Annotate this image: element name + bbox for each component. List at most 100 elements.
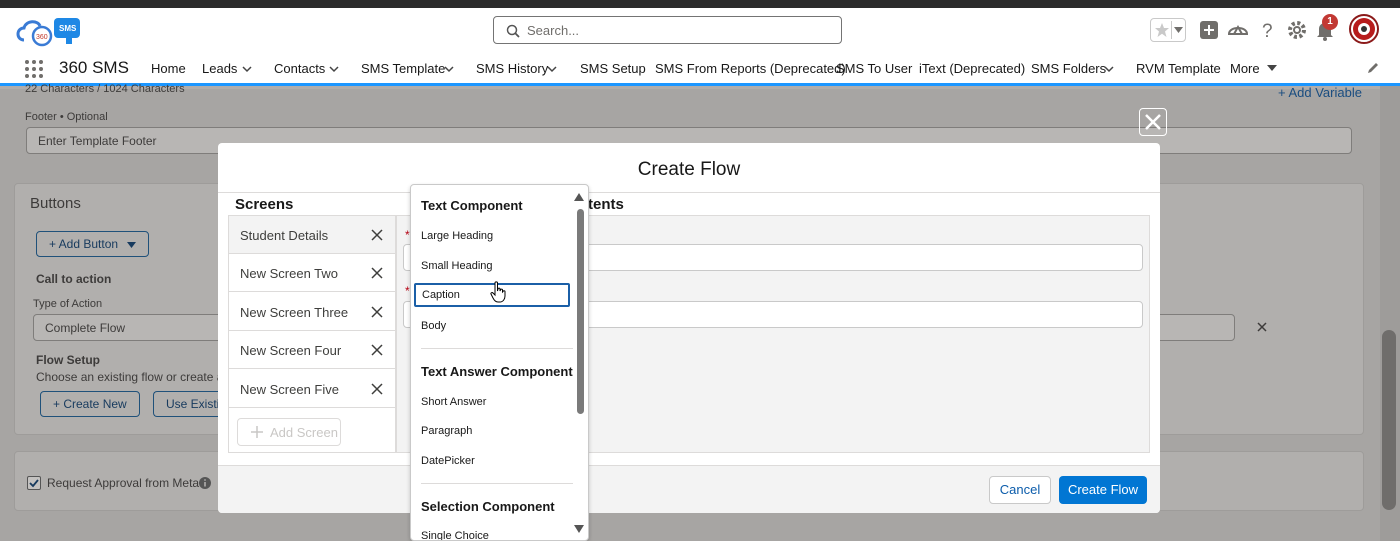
add-button-dropdown[interactable]: + Add Button	[36, 231, 150, 257]
nav-item-sms-template[interactable]: SMS Template	[361, 61, 445, 76]
remove-icon[interactable]	[1257, 322, 1267, 332]
close-icon[interactable]	[371, 229, 383, 241]
screen-label: New Screen Three	[240, 305, 349, 320]
divider	[421, 483, 573, 484]
nav-item-home[interactable]: Home	[151, 61, 186, 76]
screen-label: New Screen Five	[240, 382, 339, 397]
caret-down-icon[interactable]	[1267, 63, 1277, 73]
create-new-button[interactable]: + Create New	[40, 391, 140, 417]
edit-nav-icon[interactable]	[1366, 61, 1380, 75]
request-approval-checkbox[interactable]	[27, 476, 41, 490]
create-new-label: + Create New	[53, 397, 127, 411]
type-of-action-select[interactable]: Complete Flow	[33, 314, 223, 341]
option-paragraph[interactable]: Paragraph	[421, 425, 472, 437]
nav-item-sms-history[interactable]: SMS History	[476, 61, 548, 76]
notification-badge: 1	[1322, 14, 1338, 30]
required-marker: *	[405, 284, 410, 298]
close-icon[interactable]	[371, 383, 383, 395]
flow-setup-title: Flow Setup	[36, 353, 100, 367]
plus-icon	[251, 426, 263, 438]
nav-item-contacts[interactable]: Contacts	[274, 61, 325, 76]
cancel-button[interactable]: Cancel	[989, 476, 1051, 504]
svg-text:?: ?	[1262, 21, 1273, 42]
option-small-heading[interactable]: Small Heading	[421, 260, 493, 272]
screen-item-new-screen-three[interactable]: New Screen Three	[229, 293, 395, 331]
contents-heading: tents	[588, 196, 624, 213]
caret-down-icon	[127, 242, 137, 248]
trailhead-icon[interactable]	[1226, 18, 1250, 42]
action-field[interactable]	[1155, 314, 1235, 341]
info-icon	[199, 477, 211, 489]
app-launcher-icon[interactable]	[24, 59, 44, 79]
nav-item-sms-to-user[interactable]: SMS To User	[836, 61, 912, 76]
type-of-action-label: Type of Action	[33, 298, 103, 310]
screen-label: New Screen Two	[240, 266, 339, 281]
scroll-down-icon[interactable]	[574, 525, 584, 533]
option-datepicker[interactable]: DatePicker	[421, 455, 475, 467]
global-actions-icon[interactable]	[1197, 18, 1221, 42]
screen-item-new-screen-five[interactable]: New Screen Five	[229, 370, 395, 408]
screen-label: Student Details	[240, 228, 329, 243]
favorites-button[interactable]	[1150, 18, 1186, 42]
app-logo-icon: 360 SMS	[16, 18, 80, 47]
option-body[interactable]: Body	[421, 320, 446, 332]
modal-title: Create Flow	[637, 159, 741, 180]
close-icon[interactable]	[371, 344, 383, 356]
nav-item-rvm-template[interactable]: RVM Template	[1136, 61, 1221, 76]
chevron-down-icon[interactable]	[1104, 64, 1114, 74]
add-variable-link[interactable]: + Add Variable	[1278, 85, 1362, 100]
nav-item-more[interactable]: More	[1230, 61, 1260, 76]
nav-item-sms-from-reports[interactable]: SMS From Reports (Deprecated)	[655, 61, 846, 76]
nav-item-sms-setup[interactable]: SMS Setup	[580, 61, 646, 76]
flow-setup-desc: Choose an existing flow or create a n	[36, 370, 234, 384]
screen-label: New Screen Four	[240, 343, 342, 358]
nav-item-leads[interactable]: Leads	[202, 61, 237, 76]
add-screen-label: Add Screen	[270, 425, 338, 440]
global-search-input[interactable]: Search...	[493, 16, 842, 44]
use-existing-label: Use Existin	[166, 397, 223, 411]
create-flow-button[interactable]: Create Flow	[1059, 476, 1147, 504]
close-icon[interactable]	[371, 306, 383, 318]
divider	[421, 348, 573, 349]
component-dropdown: Text Component Large Heading Small Headi…	[410, 184, 589, 541]
global-header: 360 SMS Search... ? 1	[0, 8, 1400, 52]
nav-item-sms-folders[interactable]: SMS Folders	[1031, 61, 1106, 76]
browser-top-strip	[0, 0, 1400, 8]
chevron-down-icon	[1174, 27, 1183, 33]
chevron-down-icon[interactable]	[547, 64, 557, 74]
app-nav-bar: 360 SMS Home Leads Contacts SMS Template…	[0, 52, 1400, 86]
buttons-title: Buttons	[30, 195, 81, 212]
option-short-answer[interactable]: Short Answer	[421, 396, 486, 408]
screen-item-student-details[interactable]: Student Details	[229, 216, 395, 254]
dropdown-scrollbar-thumb[interactable]	[577, 209, 584, 414]
help-icon[interactable]: ?	[1256, 18, 1280, 42]
group-text-answer-component: Text Answer Component	[421, 364, 573, 379]
modal-close-button[interactable]	[1139, 108, 1167, 136]
footer-placeholder: Enter Template Footer	[38, 134, 157, 148]
checkmark-icon	[29, 479, 39, 488]
screens-list: Student Details New Screen Two New Scree…	[228, 215, 396, 453]
option-large-heading[interactable]: Large Heading	[421, 230, 493, 242]
type-of-action-value: Complete Flow	[45, 321, 126, 335]
add-button-label: + Add Button	[49, 237, 119, 251]
gear-icon[interactable]	[1285, 18, 1309, 42]
option-single-choice[interactable]: Single Choice	[421, 530, 489, 540]
app-name: 360 SMS	[59, 58, 129, 77]
star-icon	[1155, 23, 1169, 37]
nav-item-itext[interactable]: iText (Deprecated)	[919, 61, 1025, 76]
scroll-up-icon[interactable]	[574, 193, 584, 201]
page-scrollbar-thumb[interactable]	[1382, 330, 1396, 510]
create-flow-modal: Create Flow Screens tents Student Detail…	[218, 143, 1160, 513]
close-icon[interactable]	[371, 267, 383, 279]
screen-item-new-screen-four[interactable]: New Screen Four	[229, 331, 395, 369]
avatar[interactable]	[1349, 14, 1379, 44]
request-approval-label: Request Approval from Meta	[47, 476, 200, 490]
screen-item-new-screen-two[interactable]: New Screen Two	[229, 254, 395, 292]
char-count: 22 Characters / 1024 Characters	[25, 83, 185, 95]
add-screen-button[interactable]: Add Screen	[237, 418, 341, 446]
required-marker: *	[405, 228, 410, 242]
chevron-down-icon[interactable]	[444, 64, 454, 74]
chevron-down-icon[interactable]	[329, 64, 339, 74]
use-existing-button[interactable]: Use Existin	[153, 391, 223, 417]
chevron-down-icon[interactable]	[242, 64, 252, 74]
